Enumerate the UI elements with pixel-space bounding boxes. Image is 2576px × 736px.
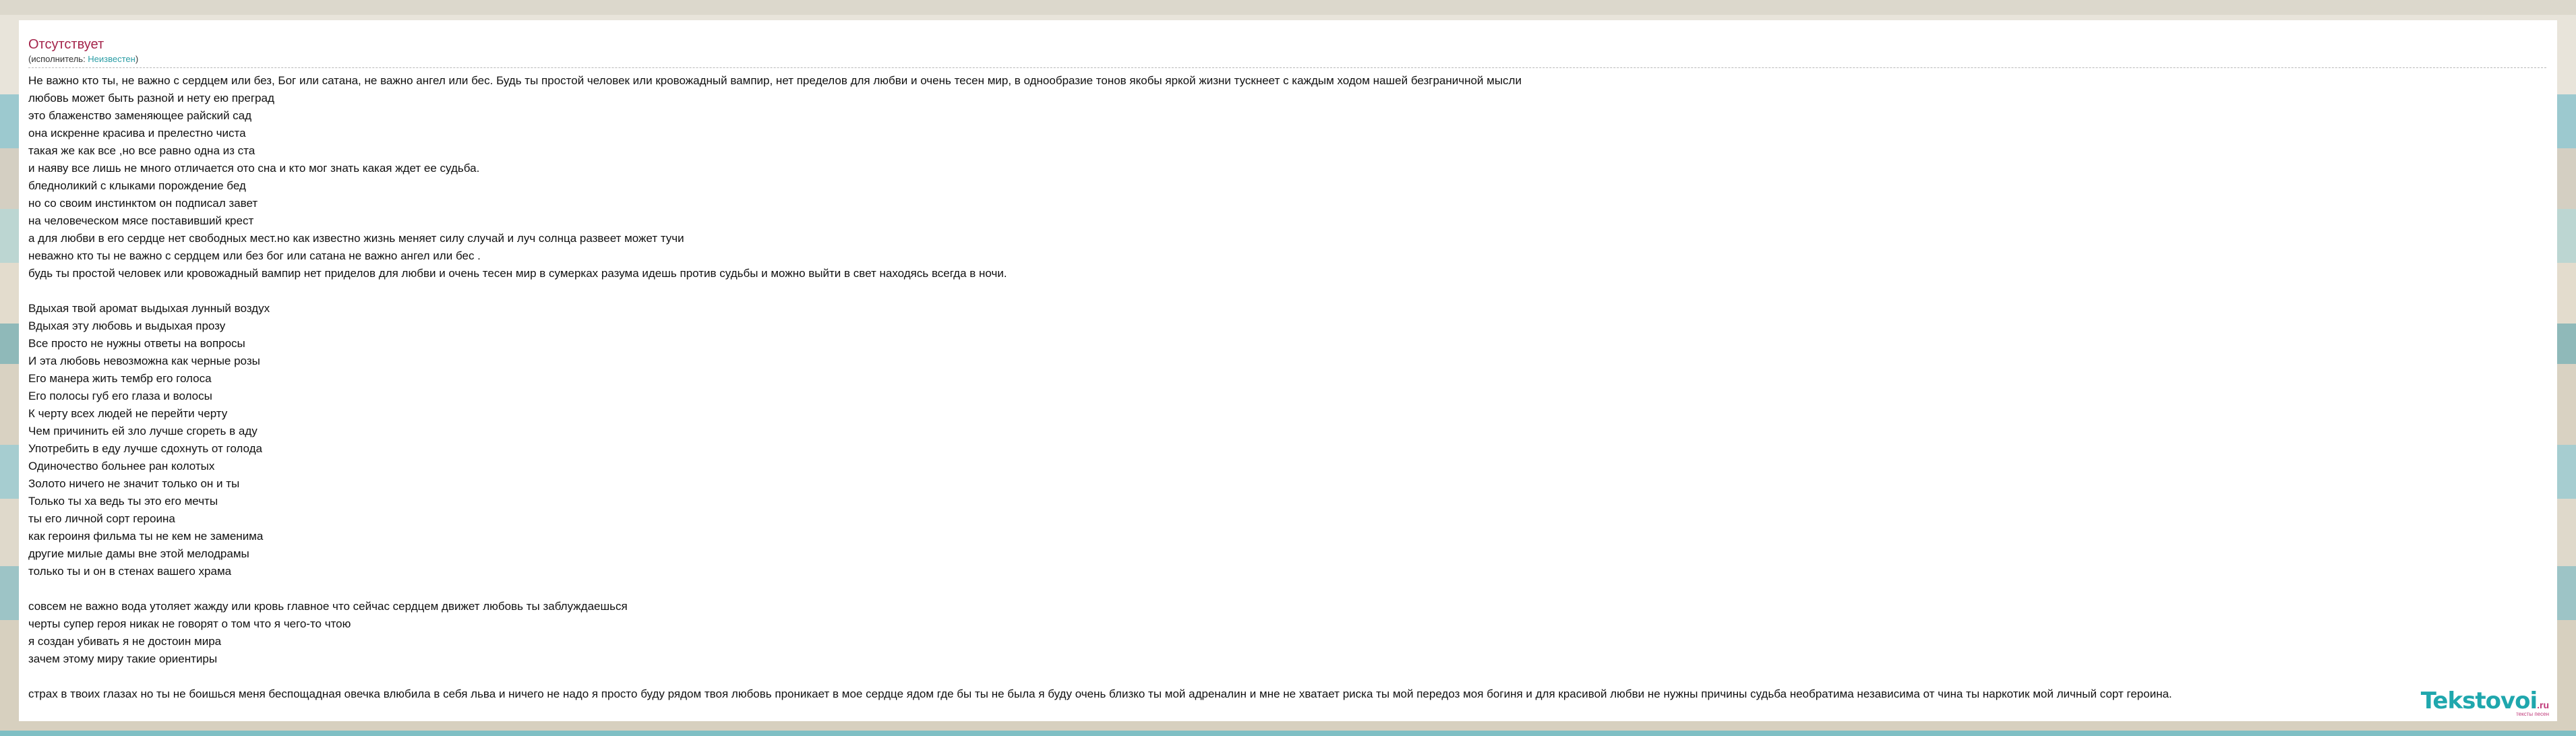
lyrics-line: К черту всех людей не перейти черту <box>28 407 228 420</box>
lyrics-line: Все просто не нужны ответы на вопросы <box>28 337 245 350</box>
lyrics-line: а для любви в его сердце нет свободных м… <box>28 232 684 245</box>
lyrics-line: она искренне красива и прелестно чиста <box>28 127 246 140</box>
song-title: Отсутствует <box>28 37 104 52</box>
lyrics-line: Золото ничего не значит только он и ты <box>28 477 240 490</box>
lyrics-blank-line <box>28 580 2548 598</box>
performer-line: (исполнитель: Неизвестен) <box>28 54 2548 65</box>
lyrics-line: черты супер героя никак не говорят о том… <box>28 617 351 630</box>
site-logo[interactable]: Tekstovoi.ru тексты песен <box>2421 689 2549 717</box>
lyrics-line: Только ты ха ведь ты это его мечты <box>28 495 218 508</box>
lyrics-line: Вдыхая эту любовь и выдыхая прозу <box>28 319 226 332</box>
lyrics-line: такая же как все ,но все равно одна из с… <box>28 144 256 157</box>
performer-suffix: ) <box>135 54 139 64</box>
lyrics-line: ты его личной сорт героина <box>28 512 175 525</box>
lyrics-line: страх в твоих глазах но ты не боишься ме… <box>28 687 2172 700</box>
lyrics-line: будь ты простой человек или кровожадный … <box>28 267 1007 280</box>
lyrics-line: неважно кто ты не важно с сердцем или бе… <box>28 249 481 262</box>
lyrics-line: совсем не важно вода утоляет жажду или к… <box>28 600 628 613</box>
lyrics-line: Употребить в еду лучше сдохнуть от голод… <box>28 442 262 455</box>
lyrics-blank-line <box>28 282 2548 300</box>
lyrics-line: любовь может быть разной и нету ею прегр… <box>28 92 274 104</box>
lyrics-text: Не важно кто ты, не важно с сердцем или … <box>28 72 2548 703</box>
background-band <box>0 0 2576 15</box>
lyrics-line: Его полосы губ его глаза и волосы <box>28 390 212 402</box>
lyrics-line: но со своим инстинктом он подписал завет <box>28 197 258 210</box>
lyrics-line: как героиня фильма ты не кем не заменима <box>28 530 264 543</box>
lyrics-blank-line <box>28 668 2548 685</box>
lyrics-line: Одиночество больнее ран колотых <box>28 460 215 472</box>
logo-domain: .ru <box>2537 700 2549 710</box>
performer-prefix: (исполнитель: <box>28 54 88 64</box>
lyrics-line: я создан убивать я не достоин мира <box>28 635 222 648</box>
lyrics-line: Вдыхая твой аромат выдыхая лунный воздух <box>28 302 270 315</box>
lyrics-line: только ты и он в стенах вашего храма <box>28 565 232 578</box>
logo-text: Tekstovoi <box>2420 687 2538 714</box>
performer-link[interactable]: Неизвестен <box>88 54 136 64</box>
lyrics-line: и наяву все лишь не много отличается ото… <box>28 162 480 175</box>
lyrics-line: Чем причинить ей зло лучше сгореть в аду <box>28 425 258 437</box>
lyrics-line: зачем этому миру такие ориентиры <box>28 652 218 665</box>
lyrics-line: Его манера жить тембр его голоса <box>28 372 212 385</box>
lyrics-line: на человеческом мясе поставивший крест <box>28 214 254 227</box>
divider <box>28 67 2546 68</box>
lyrics-page: Отсутствует (исполнитель: Неизвестен) Не… <box>19 20 2557 721</box>
lyrics-line: Не важно кто ты, не важно с сердцем или … <box>28 74 1522 87</box>
lyrics-line: бледноликий с клыками порождение бед <box>28 179 246 192</box>
lyrics-line: другие милые дамы вне этой мелодрамы <box>28 547 249 560</box>
bottom-bar <box>0 731 2576 736</box>
lyrics-line: И эта любовь невозможна как черные розы <box>28 355 260 367</box>
lyrics-line: это блаженство заменяющее райский сад <box>28 109 252 122</box>
